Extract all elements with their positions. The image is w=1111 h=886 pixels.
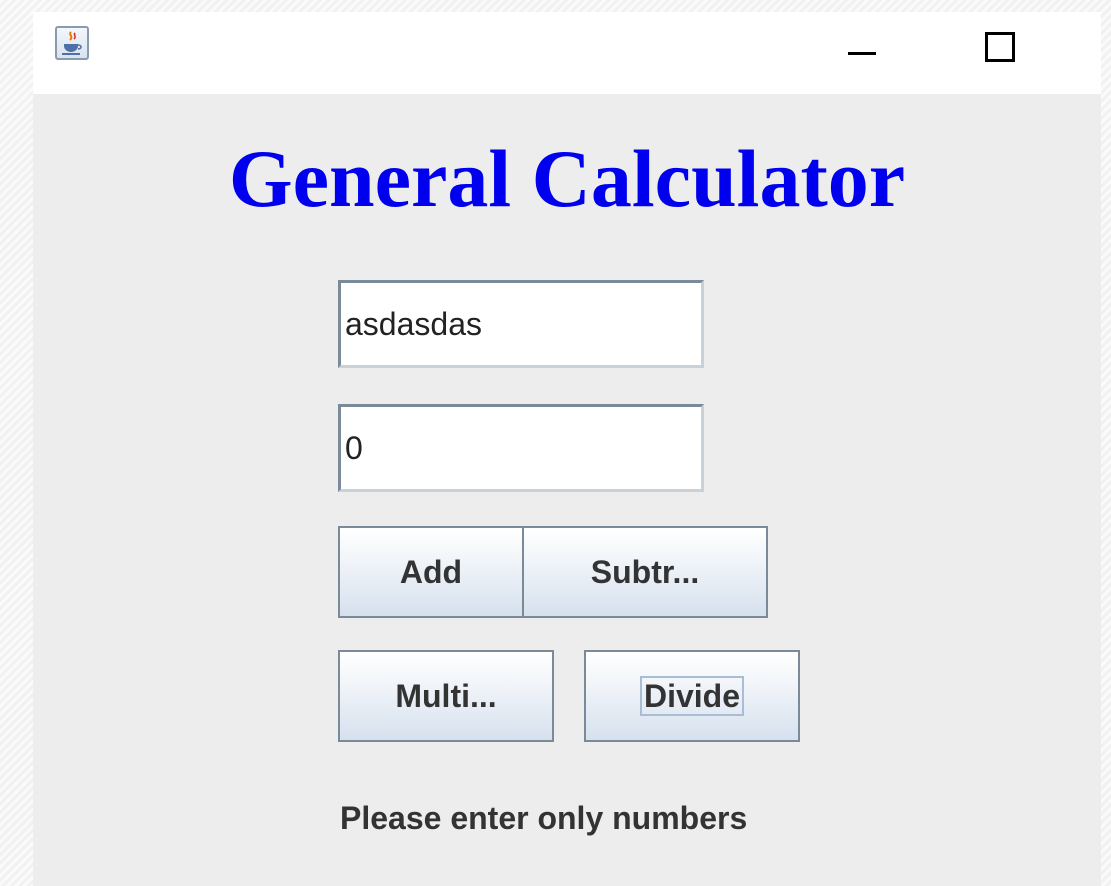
validation-message: Please enter only numbers [340, 800, 748, 836]
maximize-button[interactable] [968, 22, 1028, 72]
second-number-input[interactable] [338, 404, 704, 492]
divide-button[interactable]: Divide [584, 650, 800, 742]
calculator-window: General Calculator Add Subtr... Multi...… [33, 12, 1101, 886]
add-button[interactable]: Add [338, 526, 524, 618]
first-number-input[interactable] [338, 280, 704, 368]
java-coffee-cup-icon[interactable] [55, 26, 89, 60]
page-title: General Calculator [228, 133, 906, 224]
minimize-button[interactable] [833, 22, 893, 72]
subtract-button[interactable]: Subtr... [522, 526, 768, 618]
add-button-label: Add [399, 553, 463, 590]
multiply-button[interactable]: Multi... [338, 650, 554, 742]
subtract-button-label: Subtr... [590, 553, 700, 590]
maximize-icon [985, 32, 1015, 62]
title-bar[interactable] [33, 12, 1101, 94]
minimize-icon [848, 52, 876, 55]
multiply-button-label: Multi... [395, 677, 497, 714]
divide-button-label: Divide [639, 676, 745, 716]
